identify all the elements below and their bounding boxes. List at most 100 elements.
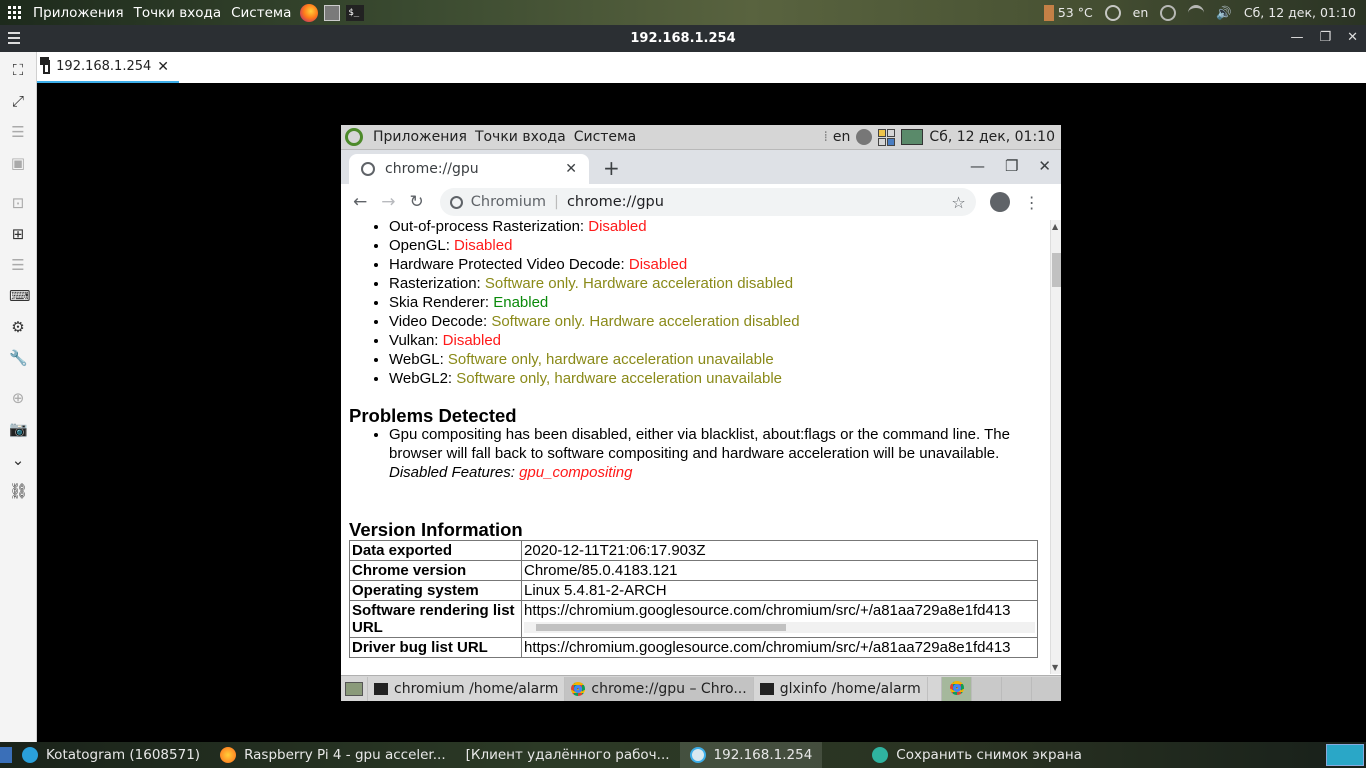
remote-clock[interactable]: Сб, 12 дек, 01:10: [929, 129, 1055, 145]
remote-menu-places[interactable]: Точки входа: [471, 129, 570, 145]
maximize-button[interactable]: ❐: [1319, 30, 1331, 45]
scroll-up-icon[interactable]: ▲: [1052, 222, 1058, 231]
keyboard-layout-indicator[interactable]: en: [1133, 5, 1149, 20]
remmina-tab-bar: 192.168.1.254 ✕: [37, 52, 1366, 83]
keyboard-grab-icon[interactable]: ⌨: [9, 287, 31, 305]
workspace-3[interactable]: [1001, 676, 1031, 701]
new-tab-button[interactable]: +: [603, 156, 620, 180]
scroll-down-icon[interactable]: ▼: [1052, 663, 1058, 672]
close-button[interactable]: ✕: [1347, 30, 1358, 45]
row-key: Driver bug list URL: [349, 637, 522, 658]
chromium-menu-icon[interactable]: ⋮: [1024, 193, 1040, 212]
remote-task-chrome-gpu[interactable]: chrome://gpu – Chro...: [565, 676, 754, 701]
scale-icon[interactable]: ⊡: [9, 194, 27, 212]
host-menu-places[interactable]: Точки входа: [129, 5, 227, 21]
task-remote-client[interactable]: [Клиент удалённого рабоч...: [456, 742, 680, 768]
site-info-icon[interactable]: [449, 195, 463, 209]
host-menu-applications[interactable]: Приложения: [28, 5, 129, 21]
sync-tray-icon[interactable]: [1160, 4, 1177, 21]
switch-tab-icon[interactable]: ☰: [9, 256, 27, 274]
disconnect-icon[interactable]: ⛓: [9, 482, 28, 500]
remote-menu-applications[interactable]: Приложения: [369, 129, 471, 145]
task-screenshot[interactable]: Сохранить снимок экрана: [862, 742, 1092, 768]
multi-monitor-icon[interactable]: ☰: [9, 123, 27, 141]
remote-task-chromium-terminal[interactable]: chromium /home/alarm: [368, 676, 566, 701]
forward-arrow-icon[interactable]: →: [381, 192, 395, 212]
omnibox-url: chrome://gpu: [566, 194, 664, 210]
chromium-close-button[interactable]: ✕: [1038, 157, 1051, 175]
wifi-icon[interactable]: [1188, 4, 1205, 21]
task-remmina-connection[interactable]: 192.168.1.254: [679, 742, 823, 768]
app-launcher-icon[interactable]: [324, 4, 341, 21]
show-desktop-button[interactable]: [341, 676, 368, 701]
terminal-icon: [374, 682, 388, 695]
dynamic-resolution-icon[interactable]: ⊞: [9, 225, 27, 243]
row-key: Chrome version: [349, 560, 522, 581]
host-clock[interactable]: Сб, 12 дек, 01:10: [1244, 5, 1356, 20]
address-bar[interactable]: Chromium | chrome://gpu ☆: [439, 188, 976, 216]
host-menu-system[interactable]: Система: [226, 5, 296, 21]
close-tab-icon[interactable]: ✕: [565, 161, 577, 177]
screenshot-icon[interactable]: 📷: [9, 420, 28, 438]
remote-network-icon[interactable]: [901, 129, 924, 145]
show-desktop-icon[interactable]: [0, 747, 12, 763]
chromium-minimize-button[interactable]: —: [970, 157, 985, 175]
row-key: Software rendering list URL: [349, 600, 522, 638]
tray-app-icon[interactable]: [1326, 744, 1364, 766]
remote-keyboard-layout[interactable]: en: [833, 129, 851, 145]
reload-icon[interactable]: ↻: [410, 192, 424, 212]
feature-status: Disabled: [588, 220, 647, 235]
workspace-switcher-icon[interactable]: [878, 128, 896, 146]
workspace-2[interactable]: [971, 676, 1001, 701]
terminal-launcher-icon[interactable]: $_: [346, 4, 365, 21]
feature-name: Vulkan:: [389, 332, 443, 349]
scrollbar-thumb[interactable]: [1052, 253, 1061, 287]
firefox-launcher-icon[interactable]: [300, 3, 319, 22]
fit-window-icon[interactable]: ⛶: [9, 61, 27, 79]
remmina-titlebar: 192.168.1.254 — ❐ ✕: [0, 25, 1366, 52]
tools-icon[interactable]: 🔧: [9, 349, 28, 367]
task-firefox[interactable]: Raspberry Pi 4 - gpu acceler...: [210, 742, 456, 768]
chat-tray-icon[interactable]: [1104, 4, 1121, 21]
workspace-1[interactable]: [941, 676, 971, 701]
minimize-button[interactable]: —: [1290, 30, 1303, 45]
gpu-page-content[interactable]: Out-of-process Rasterization: DisabledOp…: [341, 220, 1050, 674]
fullscreen-icon[interactable]: ⤢: [9, 92, 27, 110]
task-kotatogram[interactable]: Kotatogram (1608571): [12, 742, 210, 768]
minimize-chevron-icon[interactable]: ⌄: [9, 451, 27, 469]
feature-item: Hardware Protected Video Decode: Disable…: [389, 255, 800, 274]
tab-label: 192.168.1.254: [56, 59, 152, 74]
vertical-scrollbar[interactable]: ▲ ▼: [1050, 220, 1061, 674]
task-label: glxinfo /home/alarm: [779, 680, 921, 697]
panel-handle: ⁞: [823, 129, 828, 145]
problems-heading: Problems Detected: [349, 405, 517, 426]
feature-name: Hardware Protected Video Decode:: [389, 256, 629, 273]
feature-name: Rasterization:: [389, 275, 485, 292]
preferences-icon[interactable]: ⚙: [9, 318, 27, 336]
back-arrow-icon[interactable]: ←: [353, 192, 367, 212]
horizontal-scrollbar[interactable]: [524, 622, 1035, 633]
apps-grid-icon[interactable]: [0, 6, 28, 19]
volume-icon[interactable]: 🔊: [1216, 5, 1232, 21]
close-tab-icon[interactable]: ✕: [157, 59, 169, 75]
profile-avatar-icon[interactable]: [989, 192, 1010, 212]
remote-screen[interactable]: Приложения Точки входа Система ⁞ en Сб, …: [341, 125, 1061, 701]
table-row: Data exported 2020-12-11T21:06:17.903Z: [349, 540, 1038, 561]
new-connection-icon[interactable]: ⊕: [9, 389, 27, 407]
remote-volume-icon[interactable]: [856, 129, 873, 145]
mate-logo-icon[interactable]: [345, 128, 363, 146]
remote-menu-system[interactable]: Система: [570, 129, 640, 145]
chromium-tab-gpu[interactable]: chrome://gpu ✕: [349, 154, 589, 184]
bookmark-star-icon[interactable]: ☆: [951, 193, 965, 212]
table-row: Operating system Linux 5.4.81-2-ARCH: [349, 580, 1038, 601]
chromium-restore-button[interactable]: ❐: [1005, 157, 1018, 175]
remote-task-glxinfo-terminal[interactable]: glxinfo /home/alarm: [754, 676, 928, 701]
workspace-4[interactable]: [1031, 676, 1061, 701]
table-row: Driver bug list URL https://chromium.goog…: [349, 637, 1038, 658]
remmina-toolbar: ⛶ ⤢ ☰ ▣ ⊡ ⊞ ☰ ⌨ ⚙ 🔧 ⊕ 📷 ⌄ ⛓: [0, 52, 37, 742]
viewport-icon[interactable]: ▣: [9, 154, 27, 172]
feature-status: Software only. Hardware acceleration dis…: [484, 275, 794, 292]
row-key: Data exported: [349, 540, 522, 561]
tab-remote-connection[interactable]: 192.168.1.254 ✕: [37, 52, 179, 83]
feature-status: Disabled: [442, 332, 502, 349]
